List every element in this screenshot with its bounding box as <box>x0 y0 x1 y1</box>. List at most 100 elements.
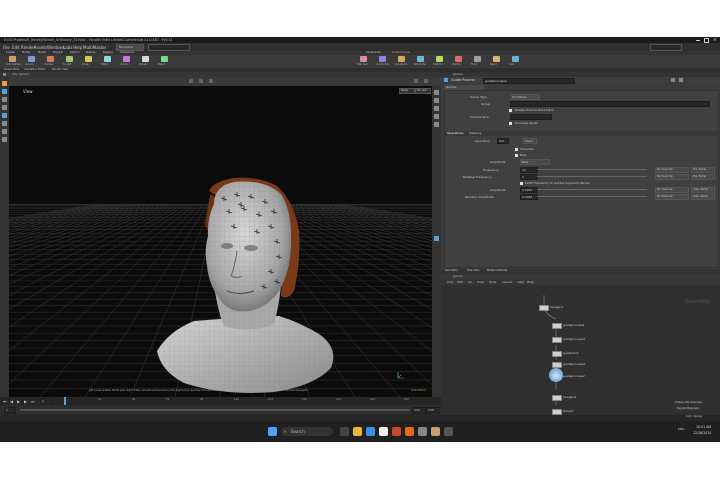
random-amplitude-override-menu[interactable]: No Override <box>655 194 689 200</box>
net-menu-layout[interactable]: Layout <box>502 280 512 284</box>
net-menu-edit[interactable]: Edit <box>457 280 463 284</box>
net-menu-go[interactable]: Go <box>468 280 472 284</box>
windows-start-icon[interactable] <box>268 427 277 436</box>
shelf-tab-texture[interactable]: Texture <box>86 51 96 54</box>
step-forward-icon[interactable]: ▶ <box>24 399 27 404</box>
random-amplitude-slider[interactable] <box>537 196 647 197</box>
operation-count-field[interactable]: Set <box>497 138 509 144</box>
file-explorer-icon[interactable] <box>353 427 362 436</box>
menu-multimaster[interactable]: MultiMaster <box>83 45 106 50</box>
menu-file[interactable]: File <box>3 45 10 50</box>
visualize-checkbox[interactable] <box>515 148 518 151</box>
end-frame-field[interactable]: 240 <box>412 407 426 414</box>
range-slider[interactable] <box>20 409 410 411</box>
rel-frequency-slider[interactable] <box>537 176 647 177</box>
shelf-tab-constraints[interactable]: Constraints <box>366 51 381 54</box>
scale-tool-icon[interactable] <box>2 105 7 110</box>
shelf-tab-rigging[interactable]: Rigging <box>103 51 113 54</box>
node-graph[interactable] <box>441 285 720 415</box>
selected-node-highlight[interactable] <box>549 368 563 382</box>
bias-checkbox[interactable] <box>515 154 518 157</box>
start-frame-field[interactable]: 1 <box>4 407 16 414</box>
network-node[interactable] <box>552 395 562 401</box>
back-arrow-icon[interactable] <box>3 73 6 76</box>
edge-icon[interactable] <box>366 427 375 436</box>
play-icon[interactable]: ▶ <box>17 399 20 404</box>
key-all-button[interactable]: Key All Channels <box>676 407 700 410</box>
handle-tool-icon[interactable] <box>2 113 7 118</box>
shelf-tool-icon[interactable] <box>85 56 92 62</box>
minimize-icon[interactable] <box>696 40 700 41</box>
shelf-tool-icon[interactable] <box>66 56 73 62</box>
frequency-ramp-field[interactable]: Frq. Ramp <box>691 167 715 173</box>
amplitude-override-menu[interactable]: No Override <box>655 187 689 193</box>
houdini-icon[interactable] <box>405 427 414 436</box>
params-path[interactable]: groom <box>453 72 463 76</box>
persp-menu[interactable]: Persp <box>399 88 415 94</box>
task-view-icon[interactable] <box>340 427 349 436</box>
shelf-tab-deform[interactable]: Deform <box>70 51 80 54</box>
shelf-tab-modify[interactable]: Modify <box>22 51 31 54</box>
shelf-tool-icon[interactable] <box>360 56 367 62</box>
simulate-roots-checkbox[interactable] <box>509 122 512 125</box>
network-node[interactable] <box>552 351 562 357</box>
clock-date[interactable]: 12/26/2024 <box>693 431 711 435</box>
net-menu-labs[interactable]: Labs <box>517 280 524 284</box>
help-icon[interactable] <box>671 78 675 82</box>
viewport-path[interactable]: obj / groom <box>12 72 29 76</box>
tab-tree-view[interactable]: Tree View <box>467 269 479 272</box>
shelf-tab-model[interactable]: Model <box>38 51 46 54</box>
network-path[interactable]: groom <box>453 274 463 278</box>
view-tool-icon[interactable] <box>2 137 7 142</box>
home-icon[interactable] <box>199 79 203 83</box>
app-icon-3[interactable] <box>431 427 440 436</box>
amplitude-ramp-field[interactable]: Amp. Ramp <box>691 187 715 193</box>
shelf-tool-icon[interactable] <box>123 56 130 62</box>
shelf-tool-icon[interactable] <box>512 56 519 62</box>
language-indicator[interactable]: ENG <box>678 427 684 431</box>
wireframe-icon[interactable] <box>434 98 439 103</box>
net-menu-add[interactable]: Add <box>447 280 453 284</box>
amplitude2-field[interactable]: 0.0081 <box>520 187 538 193</box>
timeline-ruler[interactable]: 124487296120144168192216240 <box>64 398 424 404</box>
shelf-tool-icon[interactable] <box>455 56 462 62</box>
app-icon-1[interactable] <box>392 427 401 436</box>
net-menu-tools[interactable]: Tools <box>489 280 496 284</box>
amplitude2-slider[interactable] <box>537 189 647 190</box>
display-mode-icon[interactable] <box>434 90 439 95</box>
menu-labs[interactable]: Labs <box>63 45 72 50</box>
taskbar-search[interactable]: Search ⌕ <box>281 427 333 436</box>
gear-icon[interactable] <box>424 79 428 83</box>
shelf-tool-icon[interactable] <box>417 56 424 62</box>
enable-pins-checkbox[interactable] <box>509 109 512 112</box>
perf-field[interactable] <box>650 44 682 51</box>
app-icon-2[interactable] <box>418 427 427 436</box>
shelf-tool-icon[interactable] <box>28 56 35 62</box>
frequency-field[interactable]: 10 <box>520 167 538 173</box>
shelf-tool-icon[interactable] <box>493 56 500 62</box>
move-tool-icon[interactable] <box>2 89 7 94</box>
network-node[interactable] <box>552 323 562 329</box>
net-menu-help[interactable]: Help <box>527 280 534 284</box>
tab-material-palette[interactable]: Material Palette <box>487 269 507 272</box>
tab-animation-editor[interactable]: Animation Editor <box>24 68 46 71</box>
frame-field[interactable]: 1 <box>40 398 52 405</box>
menu-help[interactable]: Help <box>73 45 82 50</box>
pose-tool-icon[interactable] <box>2 121 7 126</box>
menu-assets[interactable]: Assets <box>34 45 47 50</box>
snap-icon[interactable] <box>189 79 193 83</box>
random-amplitude-ramp-field[interactable]: Amp. Ramp <box>691 194 715 200</box>
shelf-tab-create[interactable]: Create <box>6 51 15 54</box>
amplitude-menu[interactable]: Bias <box>520 159 550 165</box>
time-cursor[interactable] <box>64 397 66 405</box>
desktop-selector[interactable]: Technical <box>116 44 144 51</box>
shelf-tool-icon[interactable] <box>104 56 111 62</box>
shelf-tool-icon[interactable] <box>474 56 481 62</box>
shelf-tab-polygon[interactable]: Polygon <box>53 51 63 54</box>
tab-masking[interactable]: Masking <box>469 131 481 135</box>
display-options-icon[interactable] <box>414 79 418 83</box>
go-start-icon[interactable]: ⏮ <box>3 399 7 404</box>
menu-edit[interactable]: Edit <box>12 45 20 50</box>
rel-frequency-ramp-field[interactable]: Frq. Ramp <box>691 174 715 180</box>
shelf-tab-characters[interactable]: Characters <box>120 51 134 54</box>
